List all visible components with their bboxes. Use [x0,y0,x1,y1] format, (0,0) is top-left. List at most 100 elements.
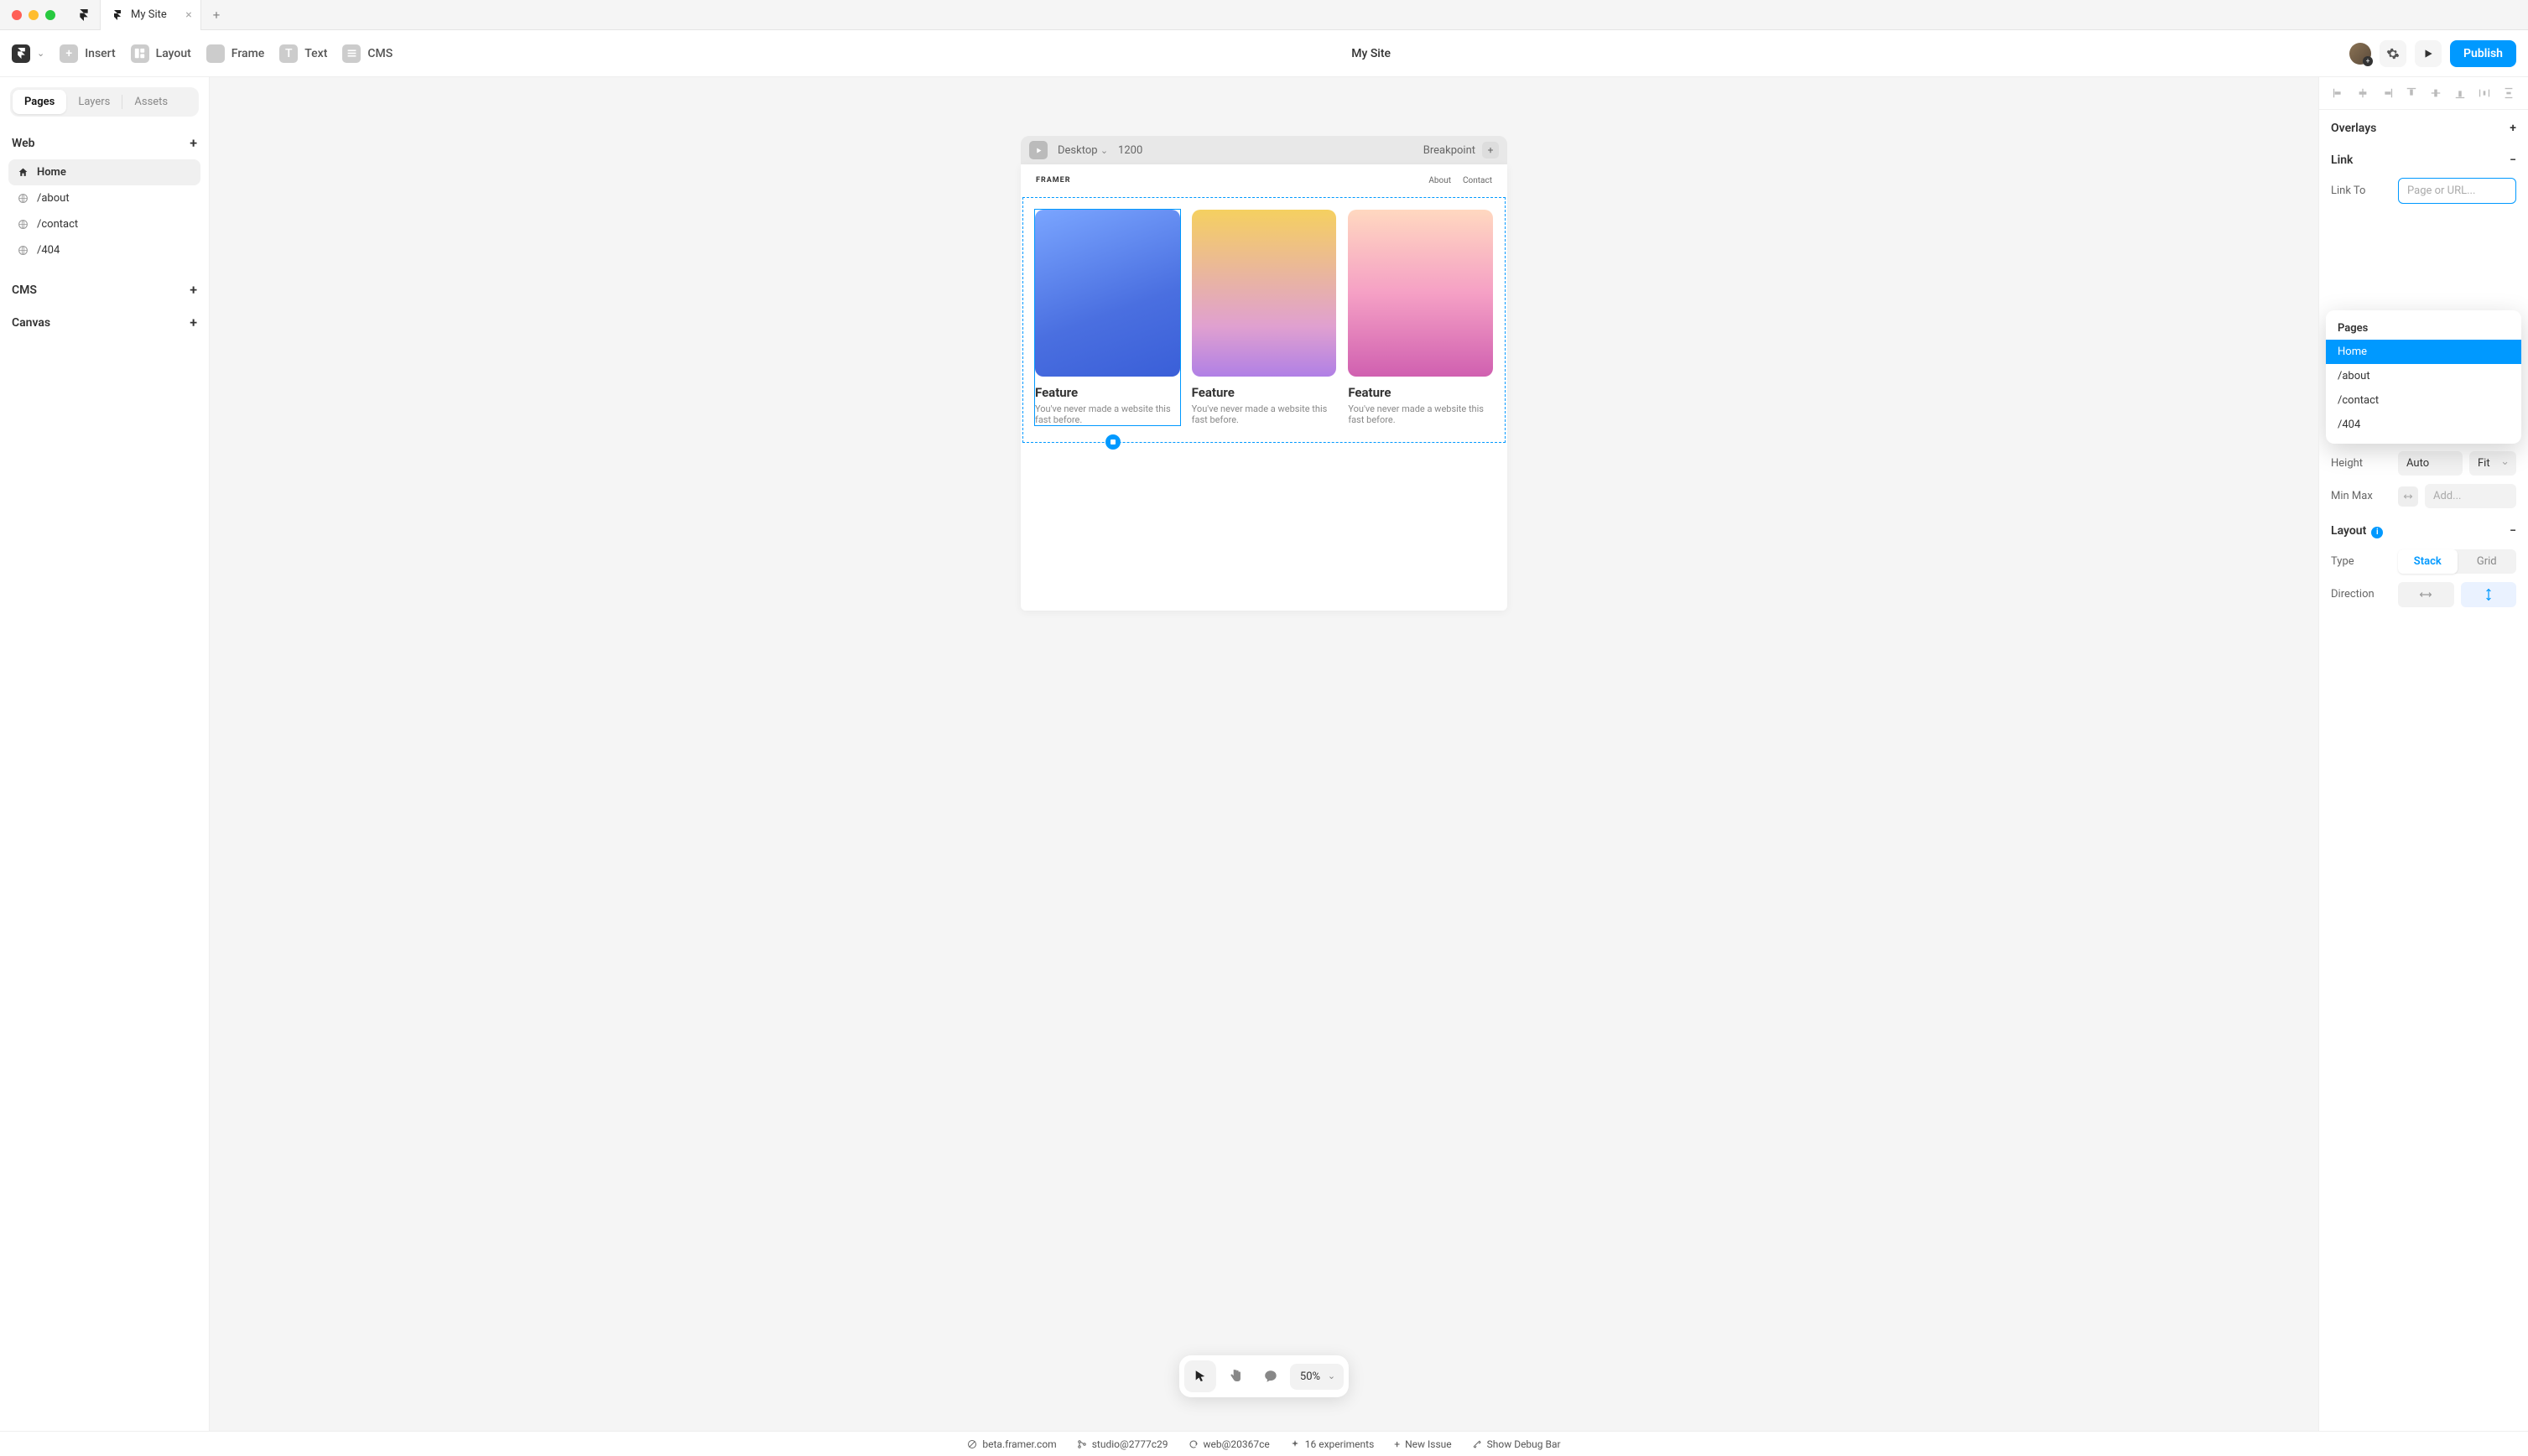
minmax-input[interactable]: Add... [2425,484,2516,508]
card-title: Feature [1192,385,1337,400]
distribute-h[interactable] [2473,84,2495,102]
add-page-button[interactable]: + [190,135,197,151]
align-top[interactable] [2401,84,2423,102]
height-input[interactable]: Auto [2398,451,2463,476]
gear-icon [2386,47,2400,60]
app-icon-box [67,0,101,30]
align-center-v[interactable] [2425,84,2447,102]
debug-icon [1472,1439,1482,1449]
collapse-link-button[interactable]: − [2510,153,2516,167]
preview-artboard-button[interactable] [1029,141,1048,159]
layout-button[interactable]: Layout [131,44,191,63]
section-canvas: Canvas + [0,306,209,339]
selected-grid[interactable]: Feature You've never made a website this… [1022,197,1506,443]
align-bottom[interactable] [2448,84,2471,102]
globe-icon [17,245,29,257]
section-cms: CMS + [0,273,209,306]
publish-button[interactable]: Publish [2450,40,2516,67]
new-tab-button[interactable]: + [201,8,232,23]
tab-close-icon[interactable]: × [185,8,191,22]
tab-my-site[interactable]: My Site × [101,0,201,30]
app-menu-button[interactable]: ⌄ [12,44,44,63]
cms-button[interactable]: CMS [342,44,393,63]
direction-horizontal[interactable] [2398,582,2454,607]
insert-label: Insert [85,47,115,60]
popup-item-about[interactable]: /about [2326,364,2521,388]
left-sidebar: Pages Layers Assets Web + Home /about [0,77,210,1431]
info-icon[interactable]: i [2371,527,2383,538]
layout-grid[interactable]: Grid [2458,549,2517,574]
tab-layers[interactable]: Layers [66,90,122,114]
card-desc: You've never made a website this fast be… [1192,403,1337,425]
text-button[interactable]: T Text [279,44,327,63]
status-web[interactable]: web@20367ce [1189,1438,1270,1450]
breakpoint-mode[interactable]: Desktop ⌄ [1058,144,1108,157]
distribute-v[interactable] [2497,84,2520,102]
tab-title: My Site [131,8,167,21]
framer-logo-icon [112,10,122,20]
artboard-home[interactable]: FRAMER About Contact Feature You've neve… [1021,164,1507,611]
user-avatar[interactable]: + [2349,43,2371,65]
status-debug[interactable]: Show Debug Bar [1472,1438,1561,1450]
add-canvas-button[interactable]: + [190,315,197,330]
window-controls [0,10,67,20]
align-left[interactable] [2328,84,2350,102]
site-header: FRAMER About Contact [1021,164,1507,197]
status-studio[interactable]: studio@2777c29 [1077,1438,1168,1450]
close-window[interactable] [12,10,22,20]
popup-item-home[interactable]: Home [2326,340,2521,364]
popup-item-contact[interactable]: /contact [2326,388,2521,413]
feature-card-1[interactable]: Feature You've never made a website this… [1035,210,1180,425]
site-brand: FRAMER [1036,176,1070,185]
minmax-label: Min Max [2331,490,2391,502]
layout-type-label: Type [2331,555,2391,568]
status-experiments[interactable]: 16 experiments [1290,1438,1375,1450]
layout-stack[interactable]: Stack [2398,549,2458,574]
cms-icon [342,44,361,63]
align-center-h[interactable] [2352,84,2375,102]
comment-tool[interactable] [1255,1360,1287,1392]
status-new-issue[interactable]: + New Issue [1394,1438,1451,1450]
settings-button[interactable] [2380,40,2406,67]
align-right[interactable] [2376,84,2399,102]
add-breakpoint-button[interactable]: + [1482,142,1499,159]
section-overlays: Overlays + [2319,110,2528,142]
collapse-layout-button[interactable]: − [2510,524,2516,538]
card-image [1348,210,1493,377]
feature-card-2[interactable]: Feature You've never made a website this… [1192,210,1337,425]
page-about[interactable]: /about [8,185,200,211]
zoom-select[interactable]: 50% ⌄ [1290,1364,1344,1390]
tab-assets[interactable]: Assets [122,90,179,114]
link-to-input[interactable]: Page or URL... [2398,178,2516,204]
arrow-horizontal-icon [2419,590,2432,600]
plus-icon: + [60,44,78,63]
height-unit-select[interactable]: Fit [2469,451,2516,476]
preview-button[interactable] [2415,40,2442,67]
globe-icon [17,219,29,231]
add-overlay-button[interactable]: + [2510,122,2516,135]
status-host[interactable]: beta.framer.com [967,1438,1056,1450]
minimize-window[interactable] [29,10,39,20]
tab-pages[interactable]: Pages [13,90,66,114]
page-home[interactable]: Home [8,159,200,185]
denied-icon [967,1439,977,1449]
frame-button[interactable]: Frame [206,44,264,63]
status-bar: beta.framer.com studio@2777c29 web@20367… [0,1431,2528,1456]
selection-handle[interactable] [1105,434,1121,450]
document-title: My Site [408,47,2334,60]
pointer-icon [1193,1369,1208,1384]
frame-label: Frame [231,47,264,60]
page-contact[interactable]: /contact [8,211,200,237]
feature-card-3[interactable]: Feature You've never made a website this… [1348,210,1493,425]
height-label: Height [2331,457,2391,470]
page-404[interactable]: /404 [8,237,200,263]
add-cms-button[interactable]: + [190,282,197,298]
popup-item-404[interactable]: /404 [2326,413,2521,437]
pointer-tool[interactable] [1184,1360,1216,1392]
insert-button[interactable]: + Insert [60,44,115,63]
plus-icon: + [1394,1438,1400,1450]
direction-vertical[interactable] [2461,582,2517,607]
hand-tool[interactable] [1220,1360,1251,1392]
maximize-window[interactable] [45,10,55,20]
canvas[interactable]: Desktop ⌄ 1200 Breakpoint + FRAMER About… [210,77,2318,1431]
